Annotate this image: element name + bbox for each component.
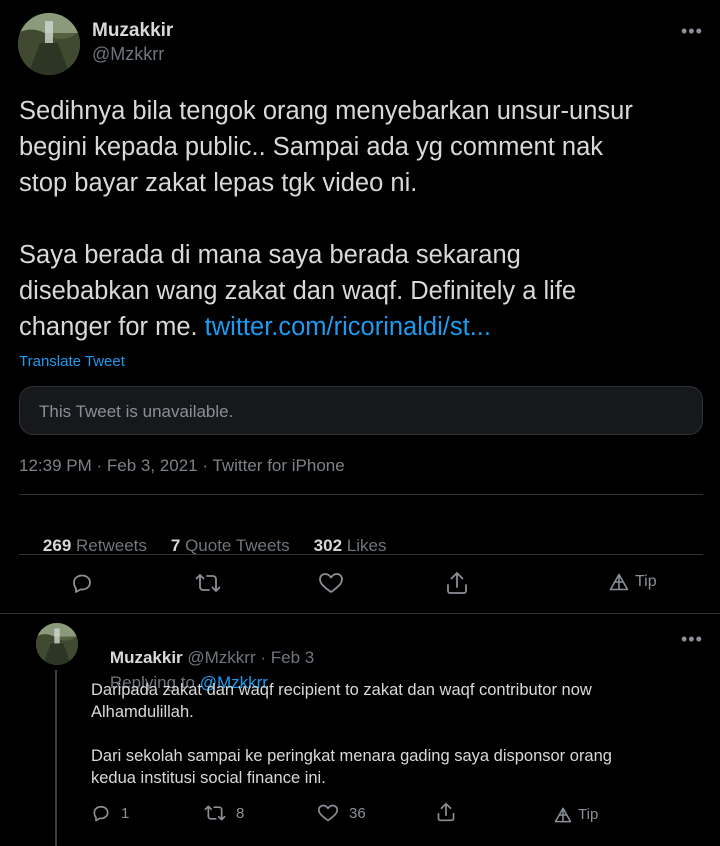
reply-icon — [91, 803, 111, 823]
more-options-icon[interactable]: ••• — [681, 22, 703, 40]
quoted-tweet-unavailable: This Tweet is unavailable. — [19, 386, 703, 435]
likes-label: Likes — [342, 536, 387, 555]
reply-tip-button[interactable]: Tip — [554, 806, 598, 823]
reply-retweet-button[interactable]: 8 — [204, 803, 244, 823]
reply-reply-button[interactable]: 1 — [91, 803, 129, 823]
reply-text-line: kedua institusi social finance ini. — [91, 769, 326, 787]
tweet-text-line: Saya berada di mana saya berada sekarang — [19, 241, 521, 269]
tweet-text-line: changer for me. twitter.com/ricorinaldi/… — [19, 309, 709, 345]
tweet-timestamp[interactable]: 12:39 PM · Feb 3, 2021 · Twitter for iPh… — [19, 456, 345, 476]
retweet-icon — [204, 803, 226, 823]
heart-icon — [317, 803, 339, 823]
author-name[interactable]: Muzakkir — [92, 20, 173, 42]
tip-icon — [609, 573, 629, 591]
tip-button[interactable]: Tip — [609, 573, 657, 591]
tip-icon — [554, 807, 572, 823]
reply-count: 1 — [121, 804, 130, 822]
section-divider — [0, 613, 720, 614]
reply-text: Daripada zakat dan waqf recipient to zak… — [91, 679, 711, 789]
quotes-count: 7 — [170, 536, 181, 555]
heart-icon[interactable] — [318, 571, 344, 595]
tweet-text-line: stop bayar zakat lepas tgk video ni. — [19, 169, 418, 197]
unavailable-text: This Tweet is unavailable. — [39, 402, 234, 421]
retweets-stat[interactable]: 269 Retweets — [43, 536, 147, 555]
thread-line — [55, 670, 57, 846]
divider — [19, 554, 703, 555]
retweets-label: Retweets — [71, 536, 147, 555]
retweet-count: 8 — [236, 804, 245, 822]
likes-stat[interactable]: 302 Likes — [314, 536, 387, 555]
share-icon[interactable] — [436, 801, 456, 823]
retweet-icon[interactable] — [195, 571, 221, 595]
tweet-text: Sedihnya bila tengok orang menyebarkan u… — [19, 93, 709, 345]
divider — [19, 494, 703, 495]
quotes-label: Quote Tweets — [180, 536, 290, 555]
tweet-text-line: disebabkan wang zakat dan waqf. Definite… — [19, 277, 577, 305]
reply-like-button[interactable]: 36 — [317, 803, 366, 823]
quote-tweets-stat[interactable]: 7 Quote Tweets — [171, 536, 290, 555]
reply-icon[interactable] — [70, 571, 94, 595]
author-handle[interactable]: @Mzkkrr — [92, 44, 164, 65]
tweet-text-line: begini kepada public.. Sampai ada yg com… — [19, 133, 604, 161]
tip-label: Tip — [578, 806, 599, 823]
tweet-stats: 269 Retweets 7 Quote Tweets 302 Likes — [24, 516, 387, 576]
share-icon[interactable] — [445, 570, 469, 596]
tip-label: Tip — [635, 573, 657, 590]
reply-text-line: Alhamdulillah. — [91, 703, 194, 721]
tweet-link[interactable]: twitter.com/ricorinaldi/st... — [205, 313, 491, 341]
reply-avatar[interactable] — [36, 623, 78, 665]
translate-tweet-link[interactable]: Translate Tweet — [19, 353, 125, 370]
likes-count: 302 — [313, 536, 343, 555]
reply-date[interactable]: · Feb 3 — [260, 648, 314, 667]
reply-more-options-icon[interactable]: ••• — [681, 630, 703, 648]
tweet-text-line: Sedihnya bila tengok orang menyebarkan u… — [19, 97, 633, 125]
like-count: 36 — [349, 804, 366, 822]
tweet-text-fragment: changer for me. — [19, 313, 205, 341]
reply-text-line: Daripada zakat dan waqf recipient to zak… — [91, 681, 592, 699]
avatar[interactable] — [18, 13, 80, 75]
retweets-count: 269 — [42, 536, 72, 555]
reply-text-line: Dari sekolah sampai ke peringkat menara … — [91, 747, 612, 765]
